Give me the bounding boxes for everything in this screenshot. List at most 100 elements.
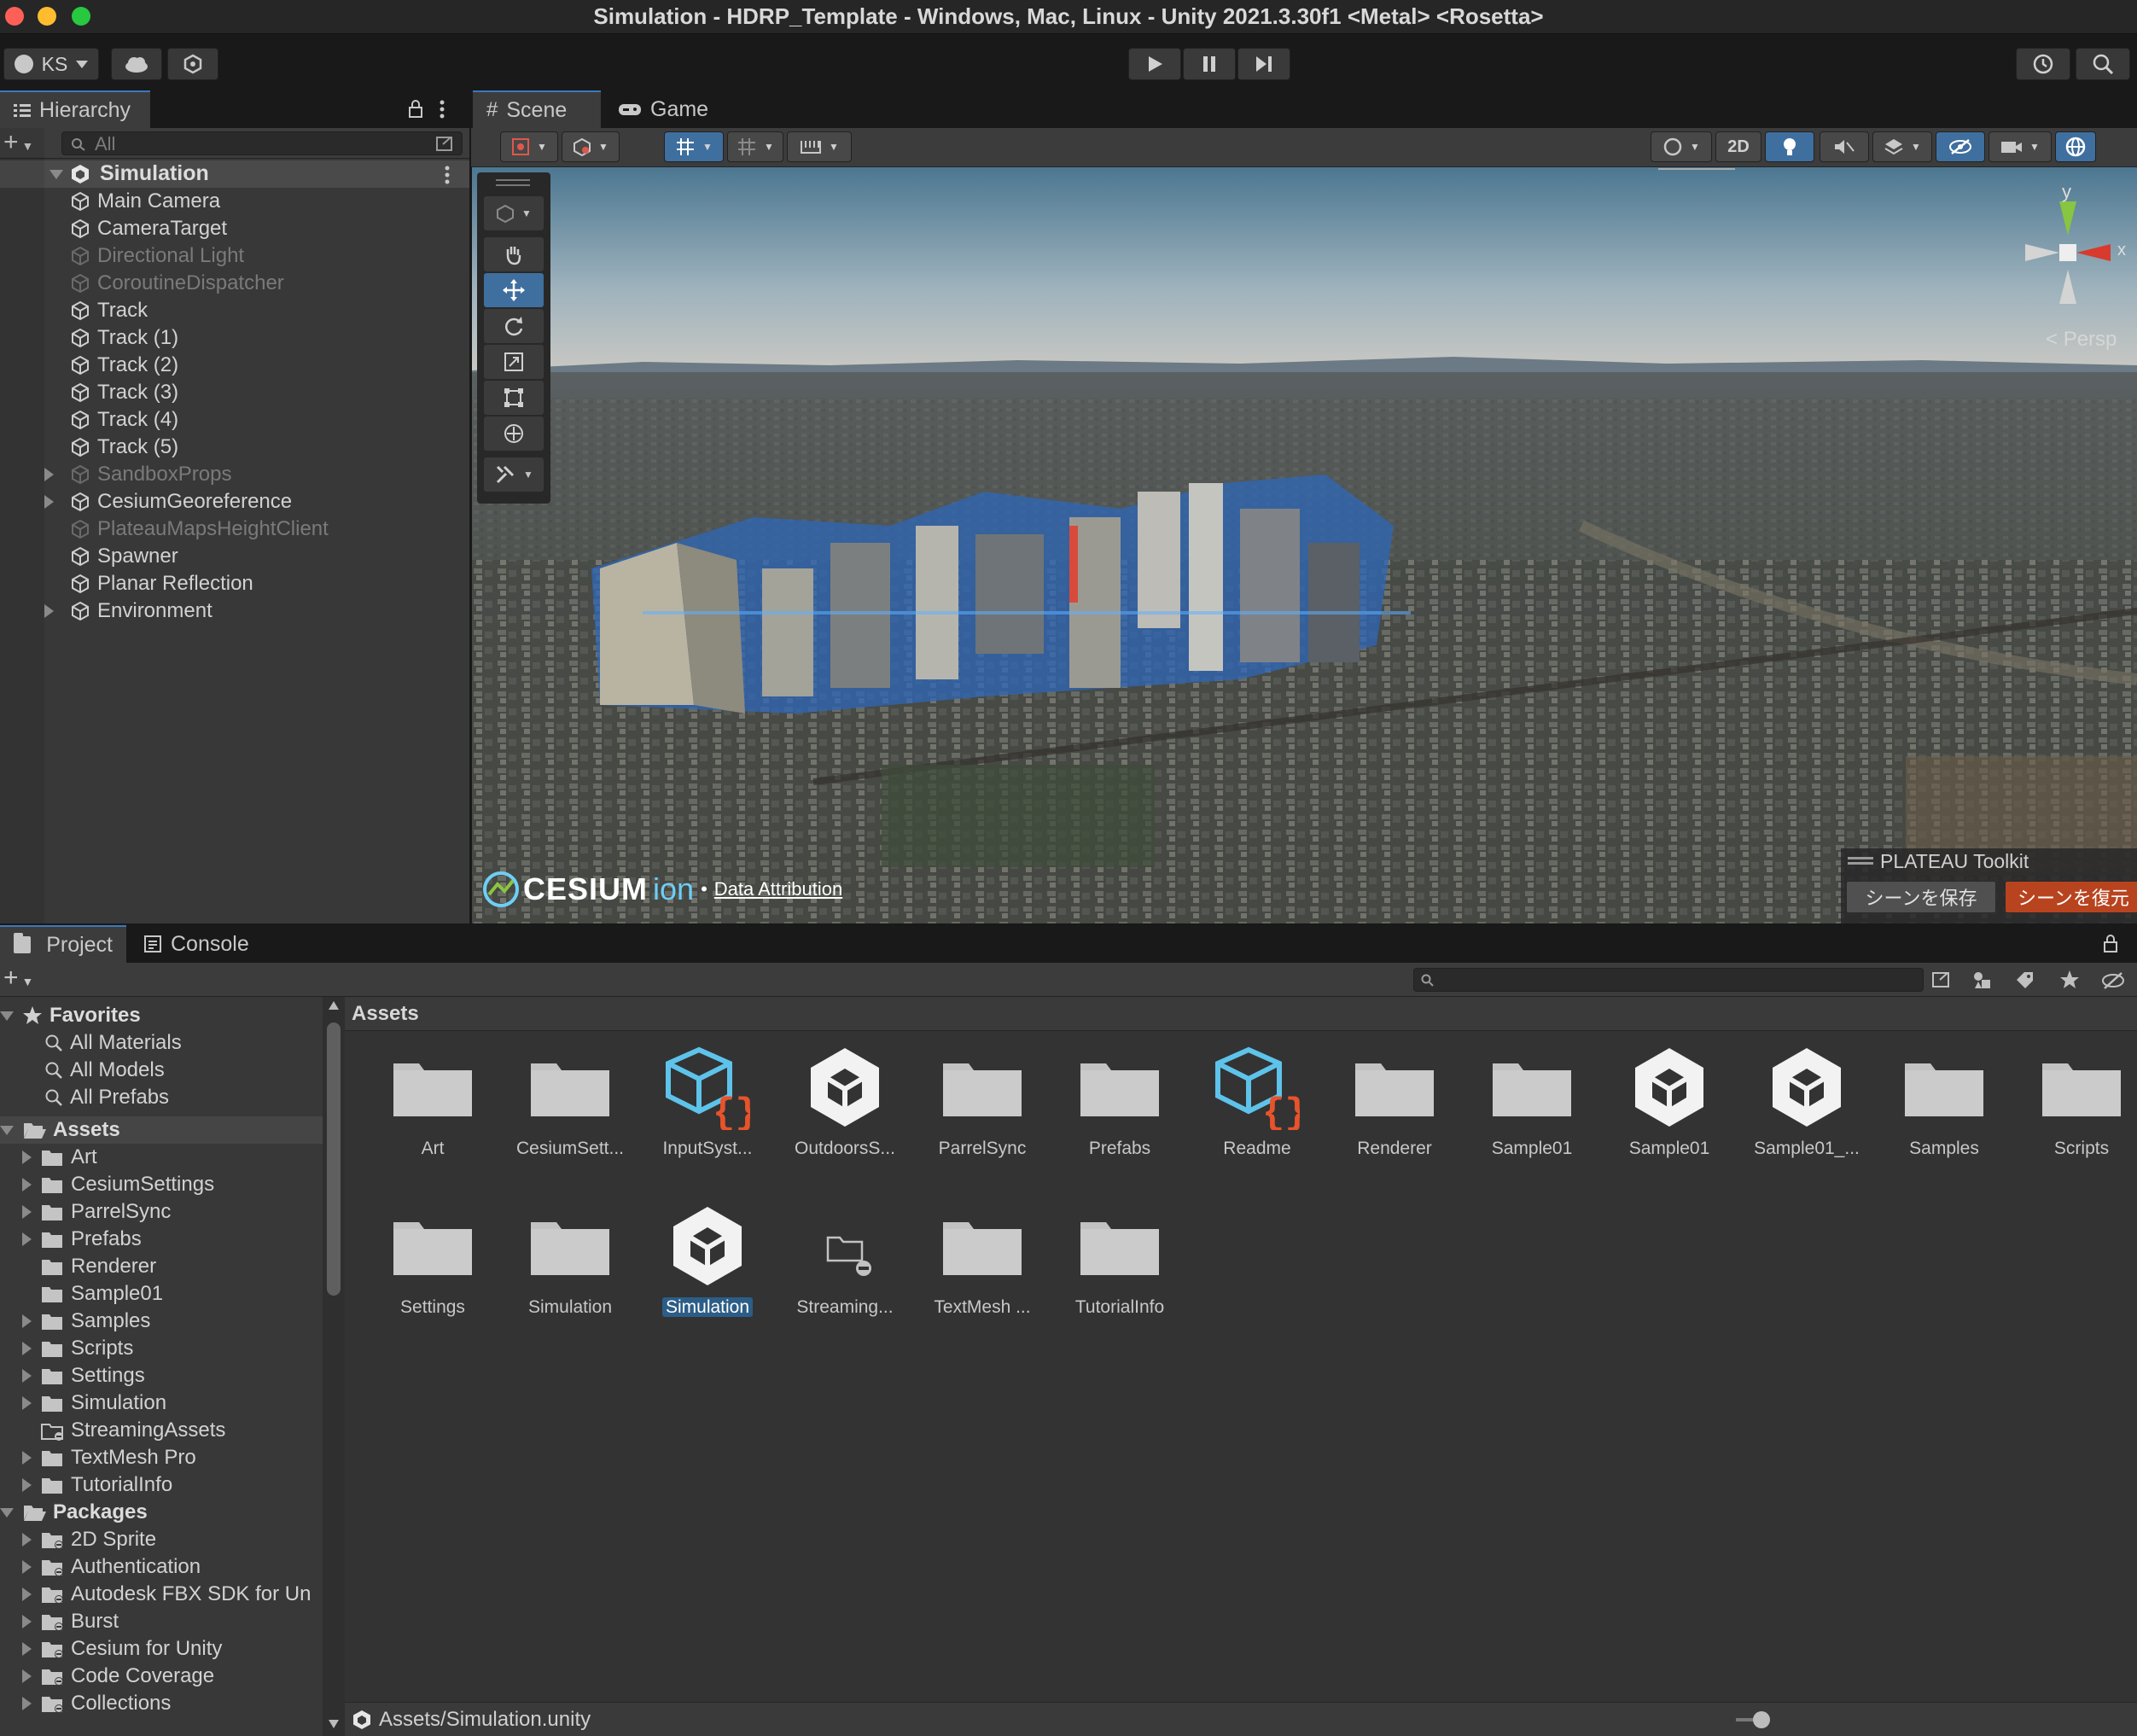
create-asset-button[interactable]: + ▼ — [3, 965, 46, 992]
tree-folder[interactable]: TextMesh Pro — [22, 1444, 323, 1471]
increment-snap-toggle[interactable]: ▼ — [727, 131, 783, 162]
tree-folder[interactable]: Scripts — [22, 1335, 323, 1362]
hierarchy-item[interactable]: Planar Reflection — [70, 570, 463, 597]
filter-by-type-icon[interactable] — [1971, 970, 1994, 990]
tab-game[interactable]: Game — [604, 90, 732, 128]
hierarchy-item[interactable]: Track (5) — [70, 434, 463, 461]
kebab-menu-icon[interactable] — [444, 166, 451, 184]
asset-item[interactable]: Scripts — [2018, 1040, 2137, 1202]
expand-arrow-icon[interactable] — [22, 1533, 32, 1547]
account-dropdown[interactable]: KS — [3, 48, 99, 80]
data-attribution-link[interactable]: Data Attribution — [714, 878, 842, 900]
lock-icon[interactable] — [2103, 934, 2118, 952]
tree-folder[interactable]: Renderer — [22, 1253, 323, 1280]
ruler-dropdown[interactable]: ▼ — [787, 131, 852, 162]
move-tool[interactable] — [484, 273, 544, 307]
expand-arrow-icon[interactable] — [22, 1697, 32, 1710]
hand-tool[interactable] — [484, 237, 544, 271]
restore-scene-button[interactable]: シーンを復元 — [2005, 881, 2137, 913]
2d-toggle[interactable]: 2D — [1715, 131, 1761, 162]
assets-header[interactable]: Assets — [0, 1116, 323, 1144]
tab-scene[interactable]: # Scene — [473, 90, 601, 128]
tree-folder[interactable]: CesiumSettings — [22, 1171, 323, 1198]
tree-folder[interactable]: Prefabs — [22, 1226, 323, 1253]
asset-item[interactable]: Streaming... — [781, 1198, 909, 1360]
expand-arrow-icon[interactable] — [22, 1314, 32, 1328]
expand-arrow-icon[interactable] — [22, 1560, 32, 1574]
hierarchy-item[interactable]: Track (3) — [70, 379, 463, 406]
hierarchy-item[interactable]: Main Camera — [70, 188, 463, 215]
hierarchy-search[interactable]: All — [61, 131, 463, 155]
expand-arrow-icon[interactable] — [22, 1478, 32, 1492]
zoom-slider-thumb[interactable] — [1753, 1711, 1770, 1728]
expand-arrow-icon[interactable] — [44, 495, 54, 509]
asset-item[interactable]: {} InputSyst... — [643, 1040, 772, 1202]
star-icon[interactable] — [2058, 970, 2081, 990]
packages-header[interactable]: Packages — [0, 1499, 323, 1526]
expand-arrow-icon[interactable] — [44, 604, 54, 618]
audio-toggle[interactable] — [1820, 131, 1869, 162]
collab-button[interactable] — [167, 48, 218, 80]
hidden-packages-icon[interactable] — [2101, 971, 2128, 990]
asset-item[interactable]: TextMesh ... — [918, 1198, 1046, 1360]
hierarchy-item[interactable]: SandboxProps — [44, 461, 463, 488]
expand-arrow-icon[interactable] — [22, 1232, 32, 1246]
orientation-gizmo[interactable]: y x < Persp — [2008, 181, 2128, 372]
hierarchy-item[interactable]: Directional Light — [70, 242, 463, 270]
asset-item[interactable]: Art — [369, 1040, 497, 1202]
tree-folder[interactable]: TutorialInfo — [22, 1471, 323, 1499]
tree-package[interactable]: Burst — [22, 1608, 323, 1635]
hierarchy-item[interactable]: Track (1) — [70, 324, 463, 352]
expand-arrow-icon[interactable] — [22, 1396, 32, 1410]
asset-item[interactable]: Samples — [1880, 1040, 2008, 1202]
expand-arrow-icon[interactable] — [49, 170, 63, 179]
asset-item[interactable]: TutorialInfo — [1056, 1198, 1184, 1360]
tree-scroll-thumb[interactable] — [327, 1022, 341, 1296]
hierarchy-item[interactable]: CameraTarget — [70, 215, 463, 242]
tree-package[interactable]: Autodesk FBX SDK for Un — [22, 1581, 323, 1608]
hierarchy-item[interactable]: Track (4) — [70, 406, 463, 434]
expand-arrow-icon[interactable] — [22, 1615, 32, 1628]
play-button[interactable] — [1128, 48, 1181, 80]
asset-item[interactable]: ParrelSync — [918, 1040, 1046, 1202]
tree-package[interactable]: Authentication — [22, 1553, 323, 1581]
effects-dropdown[interactable]: ▼ — [1872, 131, 1932, 162]
gizmos-toggle[interactable] — [2055, 131, 2096, 162]
tree-folder[interactable]: StreamingAssets — [22, 1417, 323, 1444]
asset-item[interactable]: Sample01_... — [1743, 1040, 1871, 1202]
tree-package[interactable]: Code Coverage — [22, 1663, 323, 1690]
tab-project[interactable]: Project — [0, 925, 126, 963]
draw-mode-dropdown[interactable]: ▼ — [500, 131, 558, 162]
tree-package[interactable]: Collections — [22, 1690, 323, 1717]
save-scene-button[interactable]: シーンを保存 — [1846, 881, 1996, 913]
lock-icon[interactable] — [408, 99, 423, 118]
expand-arrow-icon[interactable] — [0, 1507, 14, 1518]
scale-tool[interactable] — [484, 345, 544, 379]
tree-folder[interactable]: Simulation — [22, 1389, 323, 1417]
history-button[interactable] — [2016, 48, 2070, 80]
grid-snap-toggle[interactable]: ▼ — [664, 131, 724, 162]
tree-folder[interactable]: Art — [22, 1144, 323, 1171]
expand-arrow-icon[interactable] — [22, 1642, 32, 1656]
scroll-down-icon[interactable] — [328, 1719, 340, 1729]
asset-item[interactable]: {} Readme — [1193, 1040, 1321, 1202]
asset-item[interactable]: Sample01 — [1468, 1040, 1596, 1202]
project-search[interactable] — [1413, 968, 1924, 992]
favorite-item[interactable]: All Materials — [44, 1029, 323, 1057]
visibility-toggle[interactable] — [1936, 131, 1985, 162]
projection-label[interactable]: < Persp — [2046, 328, 2117, 352]
expand-arrow-icon[interactable] — [22, 1178, 32, 1191]
tree-scrollbar-track[interactable] — [323, 997, 345, 1736]
expand-arrow-icon[interactable] — [0, 1125, 14, 1135]
search-button[interactable] — [2076, 48, 2130, 80]
expand-arrow-icon[interactable] — [0, 1011, 14, 1021]
scroll-up-icon[interactable] — [328, 1000, 340, 1011]
render-mode-dropdown[interactable]: ▼ — [1651, 131, 1712, 162]
hierarchy-item[interactable]: CesiumGeoreference — [44, 488, 463, 516]
kebab-menu-icon[interactable] — [439, 99, 445, 119]
breadcrumb-assets[interactable]: Assets — [352, 1002, 419, 1026]
expand-arrow-icon[interactable] — [22, 1342, 32, 1355]
expand-arrow-icon[interactable] — [22, 1369, 32, 1383]
tab-console[interactable]: Console — [130, 925, 275, 963]
search-scope-icon[interactable] — [1930, 970, 1953, 990]
